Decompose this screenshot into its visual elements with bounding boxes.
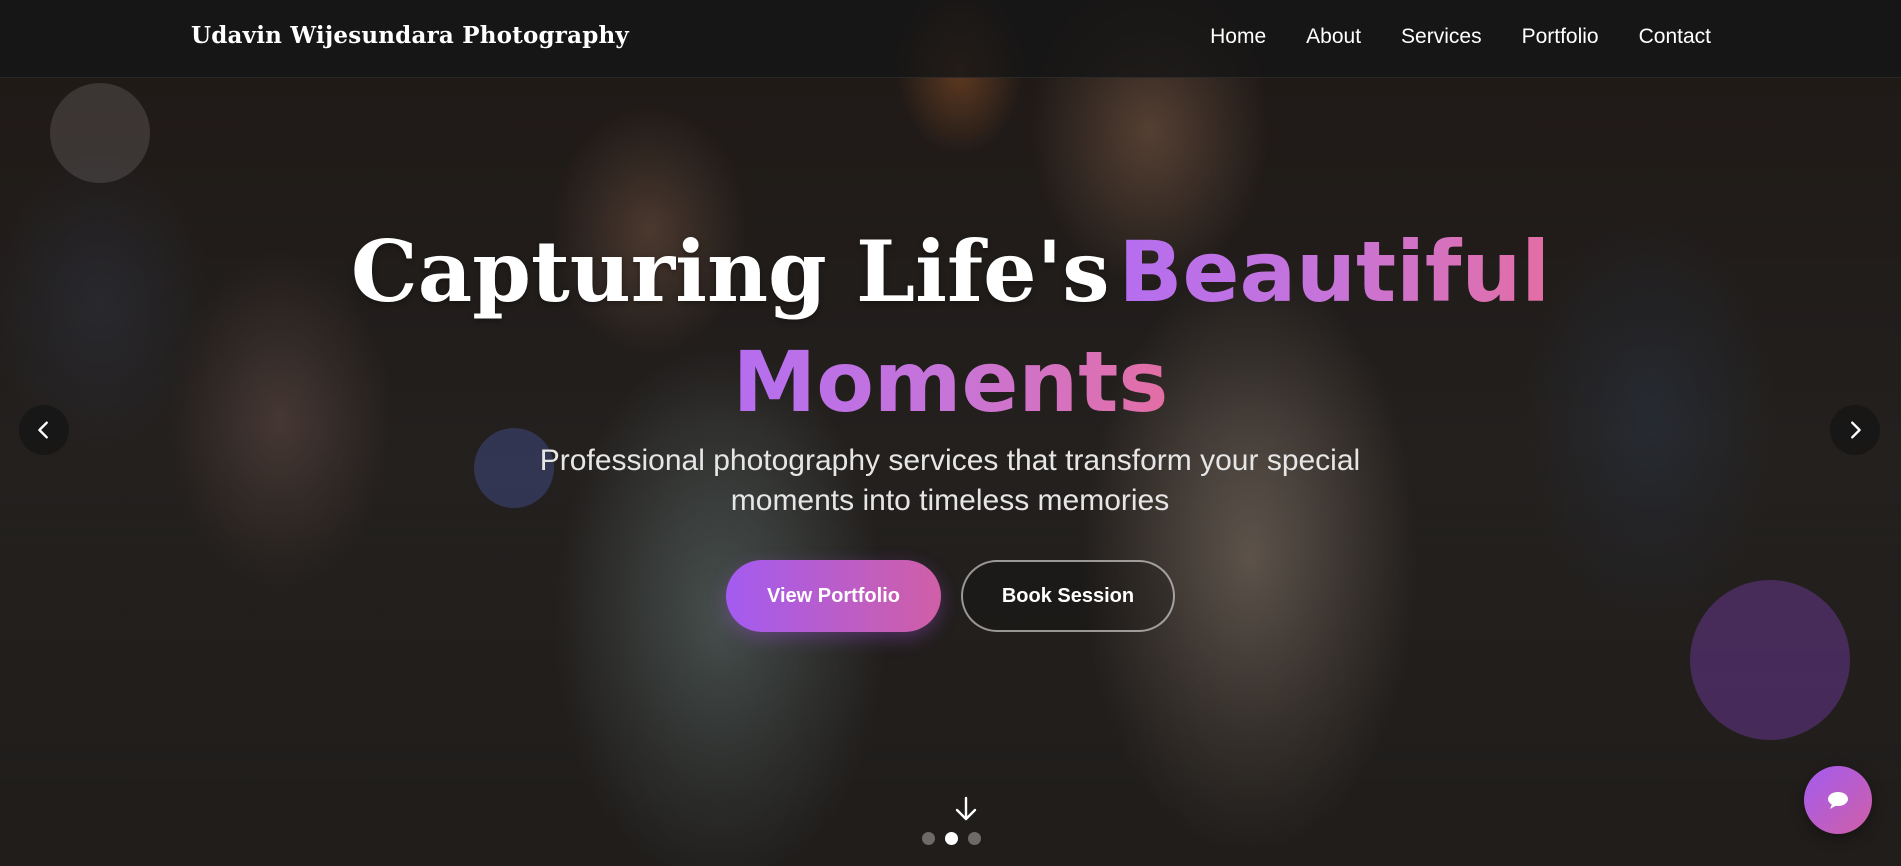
- chevron-left-icon: [38, 421, 48, 439]
- scroll-down-indicator[interactable]: [954, 796, 978, 822]
- nav-item-home: Home: [1210, 25, 1266, 49]
- hero-subtitle: Professional photography services that t…: [450, 441, 1450, 521]
- nav-link-about[interactable]: About: [1306, 25, 1361, 48]
- nav-item-contact: Contact: [1639, 25, 1711, 49]
- nav-item-services: Services: [1401, 25, 1482, 49]
- chat-icon: [1828, 792, 1848, 809]
- chat-button[interactable]: [1804, 766, 1872, 834]
- subtitle-line: moments into timeless memories: [730, 484, 1170, 517]
- navbar: Udavin Wijesundara Photography Home Abou…: [0, 0, 1901, 78]
- headline-highlight: Moments: [732, 333, 1169, 431]
- brand-logo[interactable]: Udavin Wijesundara Photography: [191, 22, 629, 49]
- view-portfolio-button[interactable]: View Portfolio: [726, 560, 941, 632]
- chevron-right-icon: [1851, 421, 1861, 439]
- book-session-button[interactable]: Book Session: [961, 560, 1175, 632]
- headline-highlight: Beautiful: [1118, 223, 1551, 321]
- carousel-prev-button[interactable]: [19, 405, 69, 455]
- nav-link-contact[interactable]: Contact: [1639, 25, 1711, 48]
- nav-link-home[interactable]: Home: [1210, 25, 1266, 48]
- nav-links: Home About Services Portfolio Contact: [1210, 25, 1711, 49]
- decorative-orb: [50, 83, 150, 183]
- nav-link-services[interactable]: Services: [1401, 25, 1482, 48]
- arrow-down-icon: [955, 796, 977, 821]
- nav-item-about: About: [1306, 25, 1361, 49]
- hero-headline: Capturing Life's Beautiful Moments: [0, 226, 1901, 446]
- carousel-dot-active[interactable]: [945, 832, 958, 845]
- carousel-dots: [922, 832, 981, 845]
- decorative-orb: [1690, 580, 1850, 740]
- carousel-dot[interactable]: [922, 832, 935, 845]
- subtitle-line: Professional photography services that t…: [539, 444, 1361, 477]
- carousel-next-button[interactable]: [1830, 405, 1880, 455]
- nav-item-portfolio: Portfolio: [1522, 25, 1599, 49]
- nav-link-portfolio[interactable]: Portfolio: [1522, 25, 1599, 48]
- headline-plain: Capturing Life's: [350, 222, 1110, 321]
- carousel-dot[interactable]: [968, 832, 981, 845]
